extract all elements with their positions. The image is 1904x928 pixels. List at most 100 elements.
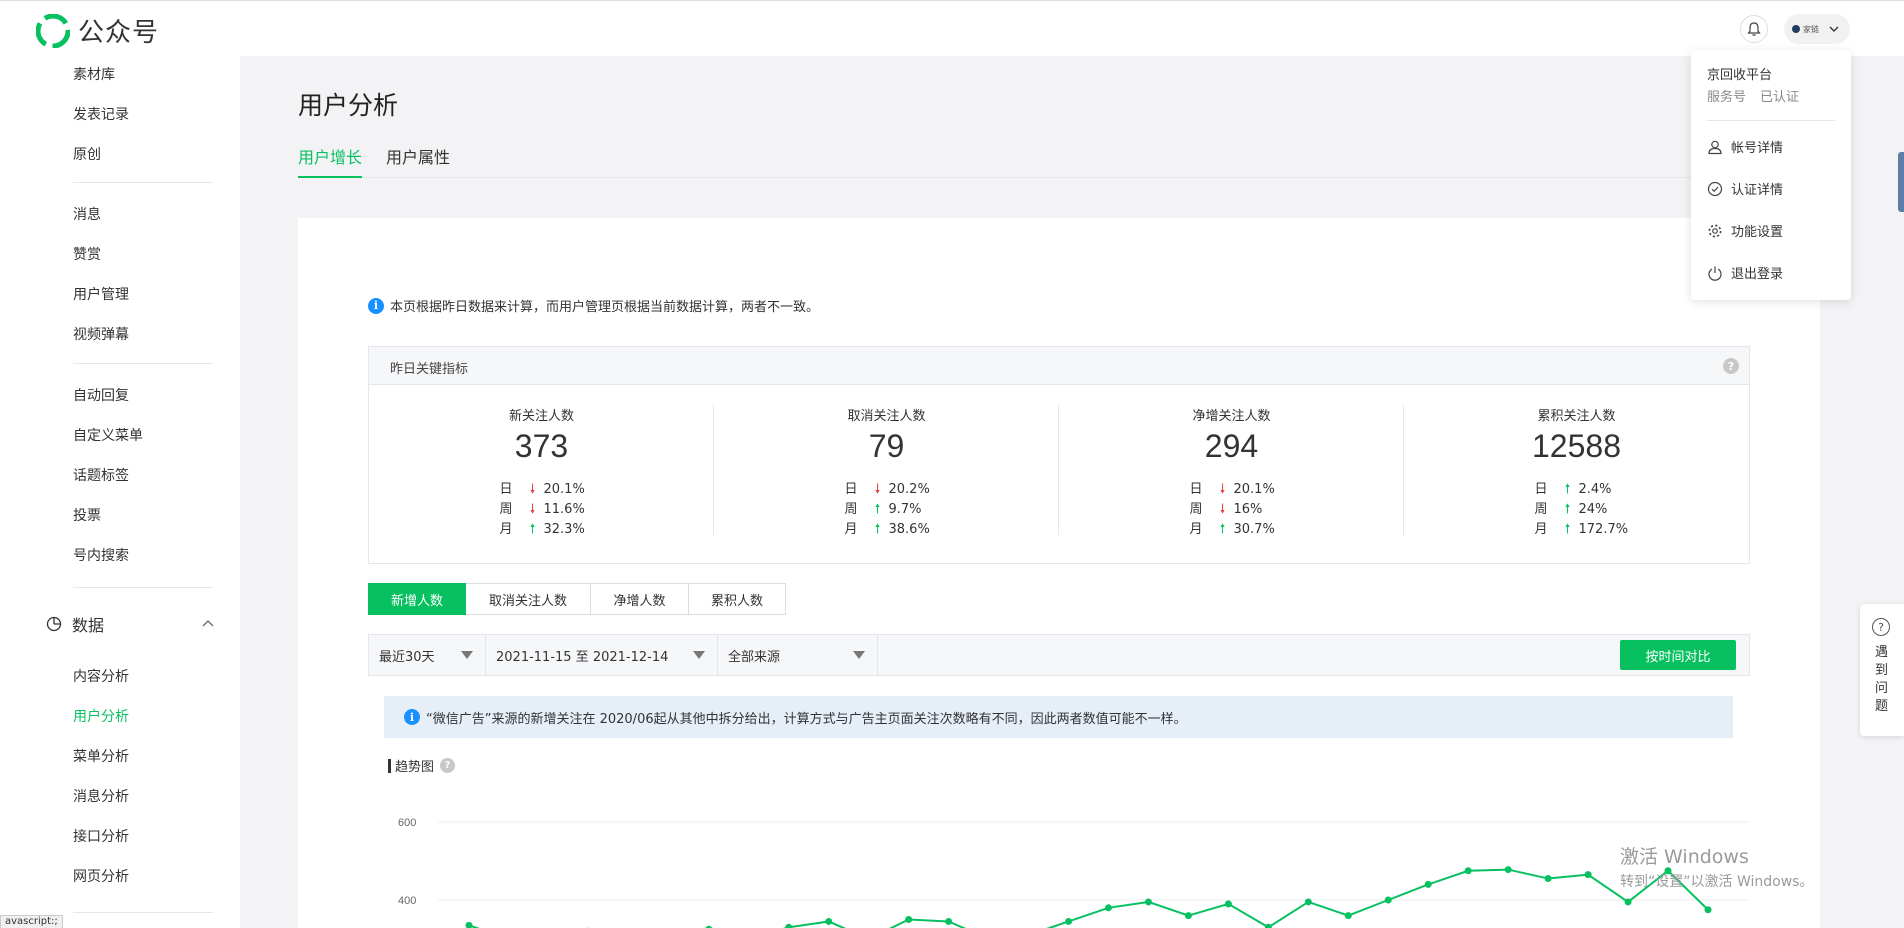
data-point[interactable] bbox=[945, 917, 953, 925]
arrow-up-icon: 🠕 bbox=[1564, 522, 1571, 537]
scrollbar-thumb[interactable] bbox=[1898, 152, 1904, 212]
segment-total-users[interactable]: 累积人数 bbox=[689, 583, 786, 615]
sidebar-item-topic-tags[interactable]: 话题标签 bbox=[73, 465, 129, 485]
kpi-panel: 昨日关键指标 ? 新关注人数 373 日 🠗 20.1% 周 🠗 11.6% 月 🠕 32.… bbox=[368, 346, 1750, 564]
sidebar-item-user-analysis[interactable]: 用户分析 bbox=[73, 706, 129, 726]
bell-icon bbox=[1747, 22, 1761, 36]
arrow-up-icon: 🠕 bbox=[874, 502, 881, 517]
sidebar-item-message-analysis[interactable]: 消息分析 bbox=[73, 786, 129, 806]
data-point[interactable] bbox=[825, 917, 833, 925]
account-verified: 已认证 bbox=[1760, 90, 1800, 105]
watermark-line2: 转到“设置”以激活 Windows。 bbox=[1620, 874, 1814, 890]
menu-item-verification-details[interactable]: 认证详情 bbox=[1707, 179, 1783, 198]
source-select[interactable]: 全部来源 bbox=[718, 635, 878, 675]
ad-source-notice: i “微信广告”来源的新增关注在 2020/06起从其他中拆分给出，计算方式与广… bbox=[384, 696, 1733, 738]
data-point[interactable] bbox=[1424, 880, 1432, 888]
help-icon[interactable]: ? bbox=[440, 758, 456, 773]
sidebar-item-material[interactable]: 素材库 bbox=[73, 64, 115, 84]
data-point[interactable] bbox=[1224, 900, 1232, 908]
change-pct: 11.6% bbox=[543, 502, 585, 517]
sidebar-item-auto-reply[interactable]: 自动回复 bbox=[73, 385, 129, 405]
sidebar-item-video-danmu[interactable]: 视频弹幕 bbox=[73, 324, 129, 344]
arrow-up-icon: 🠕 bbox=[529, 522, 536, 537]
account-type: 服务号 bbox=[1707, 90, 1747, 105]
account-menu-trigger[interactable]: 家链 bbox=[1784, 14, 1850, 44]
data-point[interactable] bbox=[1624, 898, 1632, 906]
metric-segmented-control: 新增人数 取消关注人数 净增人数 累积人数 bbox=[368, 583, 786, 615]
data-point[interactable] bbox=[1264, 923, 1272, 928]
arrow-down-icon: 🠗 bbox=[874, 482, 881, 497]
sidebar-divider bbox=[73, 587, 213, 588]
menu-item-account-details[interactable]: 帐号详情 bbox=[1707, 137, 1783, 156]
change-pct: 2.4% bbox=[1578, 482, 1612, 497]
help-icon[interactable]: ? bbox=[1723, 358, 1739, 374]
kpi-change-day: 日 🠗 20.1% bbox=[1190, 480, 1275, 500]
data-point[interactable] bbox=[1104, 904, 1112, 912]
sidebar-item-webpage-analysis[interactable]: 网页分析 bbox=[73, 866, 129, 886]
data-point[interactable] bbox=[905, 916, 913, 923]
sidebar-group-label: 数据 bbox=[72, 616, 105, 635]
data-point[interactable] bbox=[1584, 871, 1592, 879]
date-range-value: 2021-11-15 至 2021-12-14 bbox=[496, 649, 669, 665]
range-select[interactable]: 最近30天 bbox=[369, 635, 486, 675]
change-pct: 30.7% bbox=[1233, 522, 1275, 537]
page-title: 用户分析 bbox=[298, 91, 399, 120]
period-label: 月 bbox=[1189, 522, 1203, 537]
data-point[interactable] bbox=[1544, 875, 1552, 883]
check-circle-icon bbox=[1707, 181, 1723, 196]
kpi-changes: 日 🠗 20.1% 周 🠗 16% 月 🠕 30.7% bbox=[1190, 480, 1275, 540]
data-point[interactable] bbox=[1065, 917, 1073, 925]
sidebar-item-messages[interactable]: 消息 bbox=[73, 204, 101, 224]
sidebar-item-menu-analysis[interactable]: 菜单分析 bbox=[73, 746, 129, 766]
menu-item-logout[interactable]: 退出登录 bbox=[1707, 263, 1783, 282]
kpi-net-follows: 净增关注人数 294 日 🠗 20.1% 周 🠗 16% 月 🠕 30.7% bbox=[1059, 405, 1404, 537]
data-point[interactable] bbox=[1304, 898, 1312, 906]
sidebar-item-in-account-search[interactable]: 号内搜索 bbox=[73, 545, 129, 565]
period-label: 月 bbox=[844, 522, 858, 537]
sidebar-item-api-analysis[interactable]: 接口分析 bbox=[73, 826, 129, 846]
sidebar-item-vote[interactable]: 投票 bbox=[73, 505, 101, 525]
y-tick-label: 400 bbox=[398, 895, 416, 907]
period-label: 日 bbox=[844, 482, 858, 497]
sidebar-group-data[interactable]: 数据 bbox=[46, 612, 216, 636]
arrow-up-icon: 🠕 bbox=[1564, 482, 1571, 497]
filter-bar: 最近30天 2021-11-15 至 2021-12-14 全部来源 按时间对比 bbox=[368, 634, 1750, 676]
sidebar-item-content-analysis[interactable]: 内容分析 bbox=[73, 666, 129, 686]
kpi-change-month: 月 🠕 172.7% bbox=[1535, 520, 1629, 540]
account-meta: 服务号 已认证 bbox=[1707, 86, 1799, 105]
help-label: 遇到问题 bbox=[1875, 645, 1889, 714]
change-pct: 24% bbox=[1578, 502, 1608, 517]
segment-unfollows[interactable]: 取消关注人数 bbox=[466, 583, 591, 615]
data-point[interactable] bbox=[1184, 912, 1192, 920]
help-float-button[interactable]: ? 遇到问题 bbox=[1860, 604, 1904, 736]
tab-user-growth[interactable]: 用户增长 bbox=[298, 144, 363, 178]
kpi-change-month: 月 🠕 38.6% bbox=[845, 520, 930, 540]
app-name: 公众号 bbox=[78, 18, 160, 48]
kpi-changes: 日 🠕 2.4% 周 🠕 24% 月 🠕 172.7% bbox=[1535, 480, 1629, 540]
data-point[interactable] bbox=[1504, 866, 1512, 874]
menu-item-label: 退出登录 bbox=[1731, 267, 1784, 282]
data-point[interactable] bbox=[1704, 906, 1712, 914]
logo[interactable]: 公众号 bbox=[36, 12, 159, 49]
data-point[interactable] bbox=[1344, 912, 1352, 920]
menu-item-settings[interactable]: 功能设置 bbox=[1707, 221, 1783, 240]
sidebar-item-user-management[interactable]: 用户管理 bbox=[73, 284, 129, 304]
kpi-value: 294 bbox=[1204, 428, 1259, 464]
sidebar-item-original[interactable]: 原创 bbox=[73, 144, 101, 164]
data-point[interactable] bbox=[465, 921, 473, 928]
compare-by-time-button[interactable]: 按时间对比 bbox=[1620, 640, 1736, 670]
notification-button[interactable] bbox=[1740, 15, 1768, 43]
data-point[interactable] bbox=[1464, 867, 1472, 875]
data-point[interactable] bbox=[1144, 898, 1152, 906]
segment-net-users[interactable]: 净增人数 bbox=[591, 583, 689, 615]
info-notice: i 本页根据昨日数据来计算，而用户管理页根据当前数据计算，两者不一致。 bbox=[368, 296, 819, 315]
sidebar-item-reward[interactable]: 赞赏 bbox=[73, 244, 101, 264]
sidebar-item-publish-record[interactable]: 发表记录 bbox=[73, 104, 129, 124]
change-pct: 172.7% bbox=[1578, 522, 1629, 537]
segment-new-users[interactable]: 新增人数 bbox=[368, 583, 466, 615]
data-point[interactable] bbox=[785, 923, 793, 928]
sidebar-item-custom-menu[interactable]: 自定义菜单 bbox=[73, 425, 143, 445]
tab-user-attributes[interactable]: 用户属性 bbox=[386, 144, 450, 176]
data-point[interactable] bbox=[1384, 896, 1392, 904]
date-range-picker[interactable]: 2021-11-15 至 2021-12-14 bbox=[486, 635, 718, 675]
